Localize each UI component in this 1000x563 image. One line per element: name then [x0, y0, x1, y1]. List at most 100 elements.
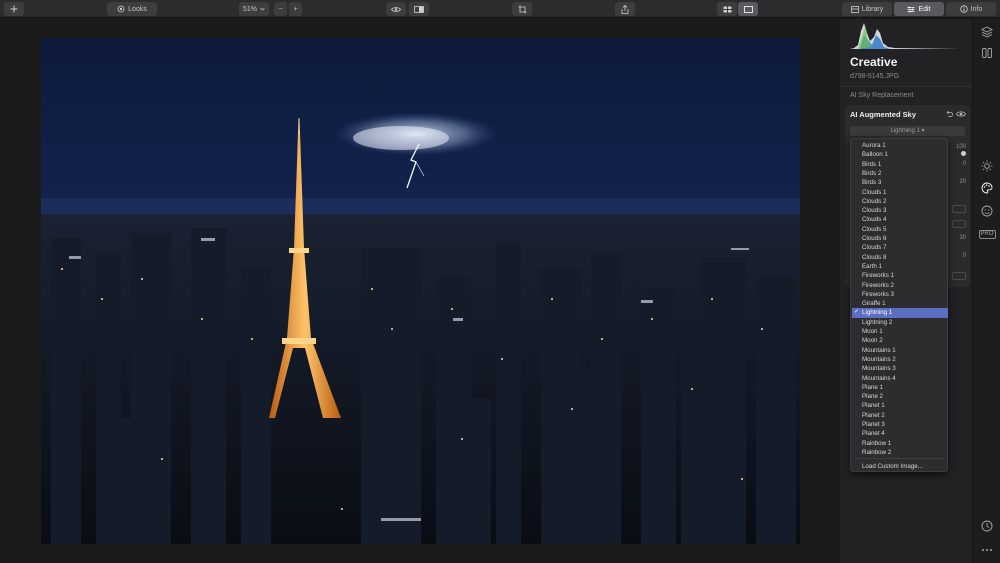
sky-option-item[interactable]: Plane 2 — [852, 392, 948, 401]
sky-option-item[interactable]: Balloon 1 — [852, 150, 948, 159]
creative-palette-icon[interactable] — [980, 181, 994, 195]
sky-option-item[interactable]: Giraffe 1 — [852, 299, 948, 308]
image-canvas[interactable] — [0, 19, 840, 563]
sky-option-item[interactable]: Aurora 1 — [852, 141, 948, 150]
eye-icon — [391, 6, 401, 12]
sky-option-item[interactable]: Clouds 4 — [852, 215, 948, 224]
sky-option-label: Earth 1 — [862, 262, 882, 270]
plus-icon — [10, 5, 18, 13]
add-button[interactable] — [4, 2, 24, 16]
sky-option-item[interactable]: Clouds 7 — [852, 243, 948, 252]
sky-option-item[interactable]: Planet 4 — [852, 429, 948, 438]
param-value-4: 30 — [959, 235, 966, 241]
sky-option-item[interactable]: Clouds 2 — [852, 197, 948, 206]
sky-option-label: Fireworks 3 — [862, 290, 894, 298]
sky-option-item[interactable]: Mountains 2 — [852, 355, 948, 364]
sky-option-item[interactable]: Rainbow 2 — [852, 448, 948, 457]
sky-option-item[interactable]: Fireworks 2 — [852, 281, 948, 290]
undo-icon[interactable] — [945, 110, 953, 118]
param-control[interactable] — [952, 272, 966, 280]
sky-option-label: Rainbow 1 — [862, 439, 892, 447]
sky-option-item[interactable]: Moon 2 — [852, 336, 948, 345]
history-clock-icon[interactable] — [980, 519, 994, 533]
sky-option-item[interactable]: Fireworks 1 — [852, 271, 948, 280]
more-options-icon[interactable] — [980, 543, 994, 557]
sky-option-item[interactable]: Planet 2 — [852, 411, 948, 420]
sky-option-item[interactable]: Clouds 6 — [852, 234, 948, 243]
sky-option-label: Rainbow 2 — [862, 448, 892, 456]
sky-option-label: Birds 2 — [862, 169, 882, 177]
selected-sky: Lightning 1 — [890, 128, 920, 134]
grid-view-button[interactable] — [717, 2, 737, 16]
crop-icon — [518, 5, 526, 13]
sky-dropdown-menu: Aurora 1 Balloon 1 Birds 1 Birds 2 Birds 3 Cl… — [850, 138, 948, 472]
sky-option-item[interactable]: Birds 3 — [852, 178, 948, 187]
sky-option-item[interactable]: Clouds 5 — [852, 225, 948, 234]
sky-option-item[interactable]: Birds 1 — [852, 160, 948, 169]
sky-option-item[interactable]: Mountains 1 — [852, 346, 948, 355]
sky-option-label: Clouds 3 — [862, 207, 887, 215]
divider — [840, 86, 972, 87]
share-button[interactable] — [615, 2, 635, 16]
portrait-face-icon[interactable] — [980, 204, 994, 218]
app-window: Looks 51% − + Library Edit Info Creative… — [0, 0, 1000, 563]
crop-button[interactable] — [512, 2, 532, 16]
sky-option-item[interactable]: Earth 1 — [852, 262, 948, 271]
sky-option-label: Mountains 3 — [862, 365, 896, 373]
sky-option-label: Plane 1 — [862, 383, 883, 391]
sky-option-item[interactable]: Planet 1 — [852, 401, 948, 410]
sky-option-label: Giraffe 1 — [862, 300, 886, 308]
zoom-level-dropdown[interactable]: 51% — [239, 2, 269, 16]
presets-icon[interactable] — [980, 46, 994, 60]
pro-tools-button[interactable]: PRO — [978, 227, 996, 241]
sky-option-label: Aurora 1 — [862, 142, 886, 149]
tab-edit[interactable]: Edit — [894, 2, 944, 16]
param-control[interactable] — [952, 205, 966, 213]
sky-option-item[interactable]: Moon 1 — [852, 327, 948, 336]
section-label: AI Sky Replacement — [850, 92, 914, 99]
sky-option-item[interactable]: ✓ Lightning 1 — [852, 308, 948, 318]
load-custom-image-item[interactable]: Load Custom Image... — [852, 462, 948, 471]
sky-option-label: Balloon 1 — [862, 151, 888, 159]
amount-value: 100 — [955, 144, 966, 150]
sky-option-item[interactable]: Birds 2 — [852, 169, 948, 178]
sky-option-item[interactable]: Planet 3 — [852, 420, 948, 429]
sky-option-item[interactable]: Lightning 2 — [852, 318, 948, 327]
pro-badge: PRO — [978, 229, 996, 239]
amount-slider-knob[interactable] — [961, 151, 966, 156]
zoom-in-button[interactable]: + — [289, 2, 302, 16]
sky-option-item[interactable]: Mountains 4 — [852, 374, 948, 383]
tool-strip: PRO — [972, 19, 1000, 563]
param-value-5: 0 — [962, 253, 966, 259]
preview-toggle-button[interactable] — [386, 2, 406, 16]
top-toolbar: Looks 51% − + Library Edit Info — [0, 0, 1000, 18]
sky-option-label: Fireworks 1 — [862, 272, 894, 280]
sky-option-label: Birds 1 — [862, 160, 882, 168]
sky-option-item[interactable]: Plane 1 — [852, 383, 948, 392]
sky-option-label: Lightning 2 — [862, 318, 893, 326]
sky-option-item[interactable]: Fireworks 3 — [852, 290, 948, 299]
looks-button[interactable]: Looks — [107, 2, 157, 16]
sky-option-label: Planet 1 — [862, 402, 885, 410]
sky-option-label: Planet 2 — [862, 411, 885, 419]
sky-option-item[interactable]: Rainbow 1 — [852, 439, 948, 448]
single-view-button[interactable] — [738, 2, 758, 16]
sky-option-label: Clouds 4 — [862, 216, 887, 224]
essentials-sun-icon[interactable] — [980, 159, 994, 173]
sky-option-label: Clouds 1 — [862, 188, 887, 196]
layers-icon[interactable] — [980, 25, 994, 39]
sky-option-item[interactable]: Clouds 1 — [852, 188, 948, 197]
tab-library[interactable]: Library — [842, 2, 892, 16]
sky-option-label: Mountains 4 — [862, 374, 896, 382]
visibility-toggle-icon[interactable] — [956, 110, 966, 118]
zoom-out-button[interactable]: − — [274, 2, 287, 16]
sky-option-item[interactable]: Mountains 3 — [852, 364, 948, 373]
sky-option-item[interactable]: Clouds 3 — [852, 206, 948, 215]
param-control[interactable] — [952, 220, 966, 228]
compare-button[interactable] — [409, 2, 429, 16]
zoom-in-icon: + — [293, 5, 298, 13]
sky-option-item[interactable]: Clouds 8 — [852, 253, 948, 262]
sky-selection-dropdown[interactable]: Lightning 1 ▾ — [850, 126, 965, 136]
tab-info[interactable]: Info — [946, 2, 996, 16]
sky-option-label: Clouds 8 — [862, 253, 887, 261]
